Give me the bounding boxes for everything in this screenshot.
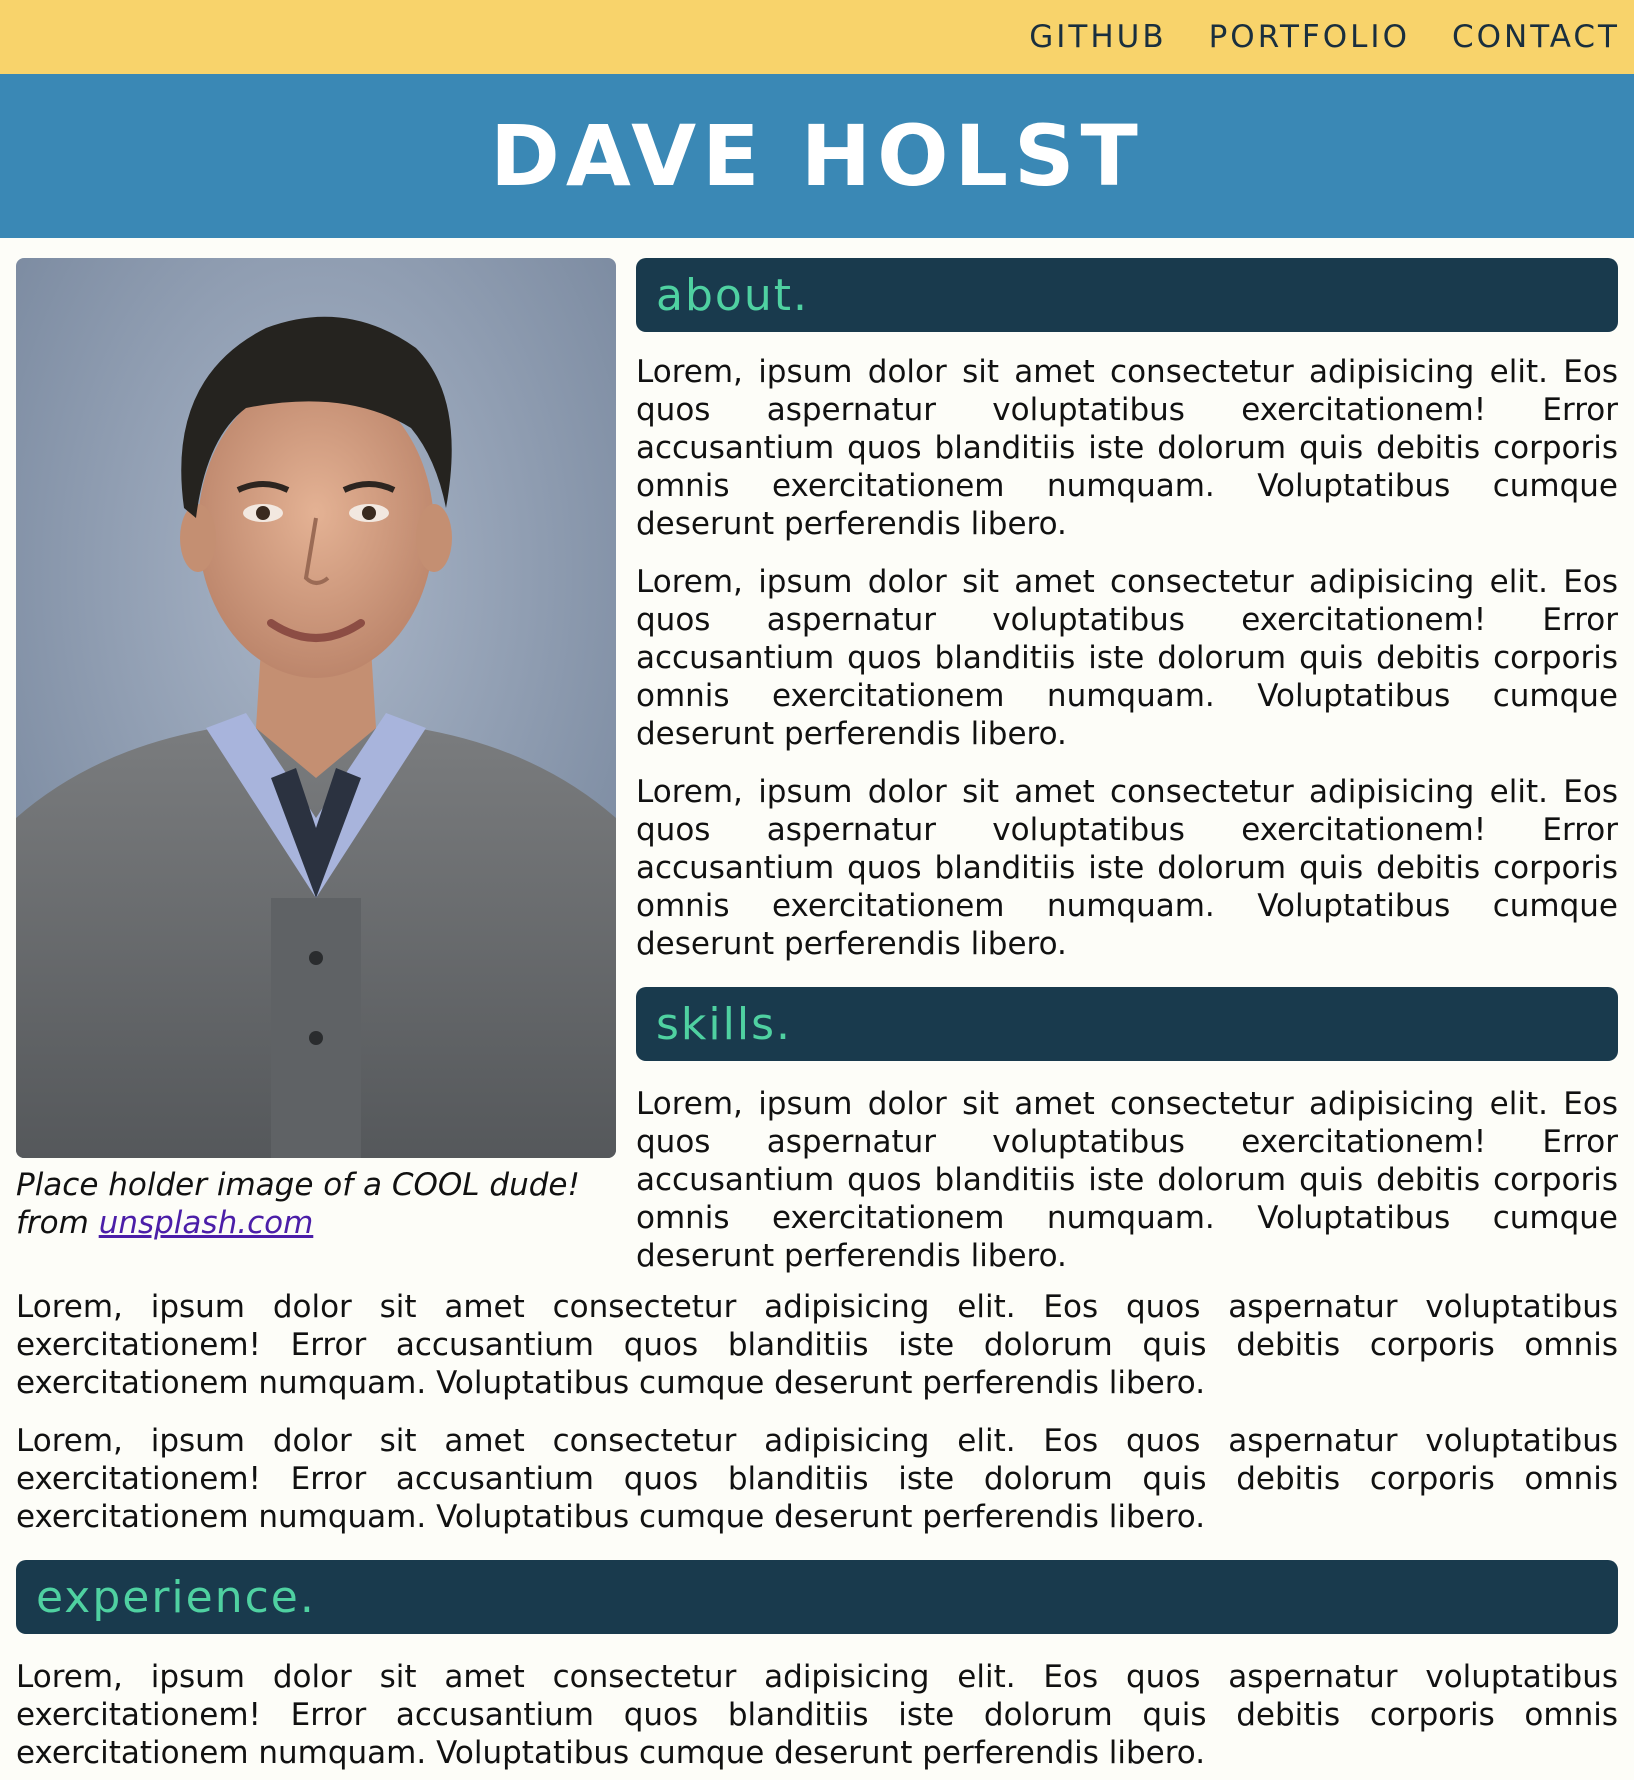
profile-photo bbox=[16, 258, 616, 1158]
skills-heading: skills. bbox=[656, 998, 792, 1050]
top-nav: GITHUB PORTFOLIO CONTACT bbox=[0, 0, 1634, 74]
nav-link-contact[interactable]: CONTACT bbox=[1452, 19, 1620, 55]
skills-paragraph-1: Lorem, ipsum dolor sit amet consectetur … bbox=[636, 1086, 1618, 1274]
about-paragraph-3: Lorem, ipsum dolor sit amet consectetur … bbox=[636, 774, 1618, 962]
page-title: DAVE HOLST bbox=[490, 107, 1144, 205]
experience-paragraph-1: Lorem, ipsum dolor sit amet consectetur … bbox=[16, 1659, 1618, 1771]
about-heading: about. bbox=[656, 269, 809, 321]
about-paragraph-2: Lorem, ipsum dolor sit amet consectetur … bbox=[636, 564, 1618, 752]
skills-heading-bar: skills. bbox=[636, 987, 1618, 1061]
about-paragraph-1: Lorem, ipsum dolor sit amet consectetur … bbox=[636, 354, 1618, 542]
skills-continued: Lorem, ipsum dolor sit amet consectetur … bbox=[16, 1288, 1618, 1772]
right-column: about. Lorem, ipsum dolor sit amet conse… bbox=[636, 258, 1618, 1275]
photo-caption: Place holder image of a COOL dude! from … bbox=[16, 1166, 616, 1242]
photo-column: Place holder image of a COOL dude! from … bbox=[16, 258, 616, 1242]
skills-paragraph-3: Lorem, ipsum dolor sit amet consectetur … bbox=[16, 1423, 1618, 1535]
about-heading-bar: about. bbox=[636, 258, 1618, 332]
skills-paragraph-2: Lorem, ipsum dolor sit amet consectetur … bbox=[16, 1289, 1618, 1401]
experience-heading-bar: experience. bbox=[16, 1560, 1618, 1634]
experience-heading: experience. bbox=[36, 1571, 316, 1623]
header-banner: DAVE HOLST bbox=[0, 74, 1634, 238]
unsplash-link[interactable]: unsplash.com bbox=[99, 1205, 314, 1241]
nav-link-portfolio[interactable]: PORTFOLIO bbox=[1209, 19, 1410, 55]
nav-link-github[interactable]: GITHUB bbox=[1029, 19, 1166, 55]
